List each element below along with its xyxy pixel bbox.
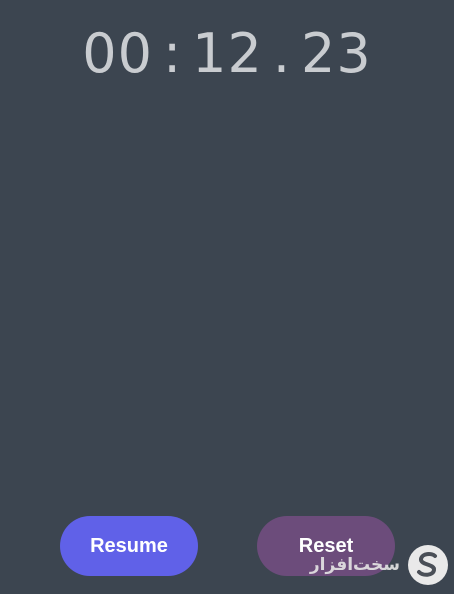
centiseconds-value: 23 xyxy=(301,22,372,85)
minutes-value: 00 xyxy=(82,22,153,85)
stopwatch-time-display: 00 : 12 . 23 xyxy=(0,22,454,86)
s-logo-icon xyxy=(408,545,448,585)
resume-button-label: Resume xyxy=(90,534,168,557)
watermark-text: سخت‌افزار xyxy=(309,555,400,575)
watermark: سخت‌افزار xyxy=(250,540,450,590)
seconds-separator: . xyxy=(272,22,292,85)
resume-button[interactable]: Resume xyxy=(60,516,198,576)
seconds-value: 12 xyxy=(192,22,263,85)
minutes-separator: : xyxy=(162,22,183,85)
